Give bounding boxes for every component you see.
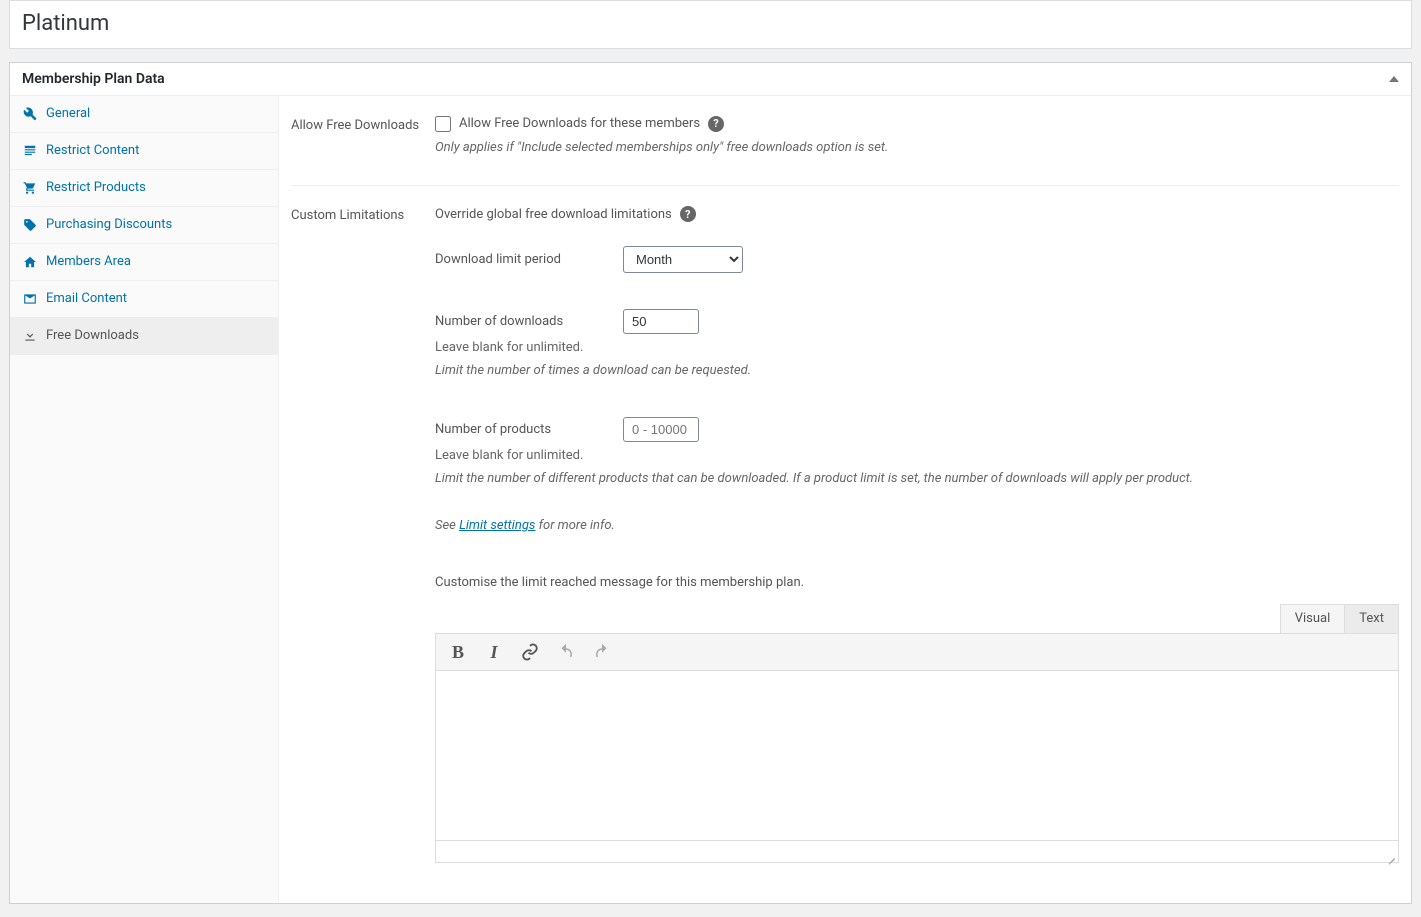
wrench-icon — [22, 106, 38, 122]
editor-textarea[interactable] — [435, 671, 1399, 841]
sidebar-item-members-area[interactable]: Members Area — [10, 244, 278, 281]
download-limit-period-label: Download limit period — [435, 252, 623, 267]
metabox-toggle[interactable] — [1389, 76, 1399, 82]
allow-free-downloads-checkbox-label: Allow Free Downloads for these members — [459, 116, 700, 131]
allow-free-downloads-row: Allow Free Downloads Allow Free Download… — [291, 106, 1399, 187]
override-heading: Override global free download limitation… — [435, 207, 672, 222]
sidebar-item-label: Free Downloads — [46, 328, 139, 343]
products-description: Limit the number of different products t… — [435, 469, 1399, 489]
sidebar-item-email-content[interactable]: Email Content — [10, 281, 278, 318]
content-panel: Allow Free Downloads Allow Free Download… — [279, 96, 1411, 904]
page-title: Platinum — [22, 9, 1399, 40]
sidebar-tabs: General Restrict Content Restrict Produc… — [10, 96, 279, 904]
help-tip-icon[interactable]: ? — [680, 206, 696, 222]
editor-tab-visual[interactable]: Visual — [1280, 604, 1346, 633]
sidebar-item-purchasing-discounts[interactable]: Purchasing Discounts — [10, 207, 278, 244]
resize-handle[interactable] — [1384, 848, 1396, 860]
custom-limitations-row: Custom Limitations Override global free … — [291, 196, 1399, 873]
sidebar-item-general[interactable]: General — [10, 96, 278, 133]
sidebar-item-label: Members Area — [46, 254, 131, 269]
sidebar-item-label: General — [46, 106, 90, 121]
number-of-products-input[interactable] — [623, 417, 699, 442]
home-icon — [22, 254, 38, 270]
number-of-downloads-input[interactable] — [623, 309, 699, 334]
sidebar-item-label: Restrict Content — [46, 143, 139, 158]
downloads-description: Limit the number of times a download can… — [435, 361, 1399, 381]
tag-icon — [22, 217, 38, 233]
undo-button[interactable] — [554, 640, 578, 664]
allow-free-downloads-checkbox[interactable] — [435, 116, 451, 132]
italic-button[interactable]: I — [482, 640, 506, 664]
products-hint: Leave blank for unlimited. — [435, 448, 1399, 463]
cart-icon — [22, 180, 38, 196]
title-box: Platinum — [9, 0, 1412, 49]
sidebar-item-label: Email Content — [46, 291, 127, 306]
editor-tab-text[interactable]: Text — [1344, 604, 1399, 633]
number-of-downloads-label: Number of downloads — [435, 314, 623, 329]
sidebar-item-restrict-content[interactable]: Restrict Content — [10, 133, 278, 170]
limit-settings-link[interactable]: Limit settings — [459, 518, 535, 533]
allow-free-downloads-help: Only applies if "Include selected member… — [435, 138, 1399, 158]
editor-footer — [435, 841, 1399, 863]
download-limit-period-select[interactable]: Month — [623, 246, 743, 273]
sidebar-item-label: Purchasing Discounts — [46, 217, 172, 232]
download-icon — [22, 328, 38, 344]
custom-limitations-label: Custom Limitations — [291, 206, 435, 223]
bold-button[interactable]: B — [446, 640, 470, 664]
metabox-title: Membership Plan Data — [22, 71, 165, 87]
editor-toolbar: B I — [435, 633, 1399, 671]
sidebar-item-label: Restrict Products — [46, 180, 146, 195]
metabox-header: Membership Plan Data — [10, 63, 1411, 96]
downloads-hint: Leave blank for unlimited. — [435, 340, 1399, 355]
see-more-info: See Limit settings for more info. — [435, 518, 1399, 533]
customise-message: Customise the limit reached message for … — [435, 575, 1399, 590]
allow-free-downloads-label: Allow Free Downloads — [291, 116, 435, 133]
help-tip-icon[interactable]: ? — [708, 116, 724, 132]
sidebar-item-free-downloads[interactable]: Free Downloads — [10, 318, 278, 355]
redo-button[interactable] — [590, 640, 614, 664]
link-button[interactable] — [518, 640, 542, 664]
editor-wrap: Visual Text B I — [435, 604, 1399, 863]
content-icon — [22, 143, 38, 159]
sidebar-item-restrict-products[interactable]: Restrict Products — [10, 170, 278, 207]
number-of-products-label: Number of products — [435, 422, 623, 437]
membership-plan-metabox: Membership Plan Data General Restrict Co… — [9, 62, 1412, 905]
email-icon — [22, 291, 38, 307]
